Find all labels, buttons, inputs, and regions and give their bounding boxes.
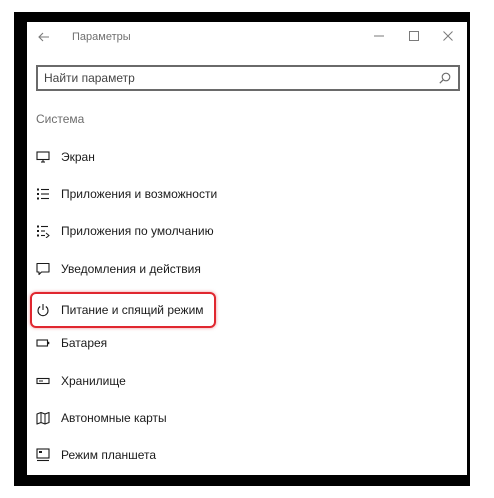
- menu-item-display[interactable]: Экран: [34, 145, 294, 169]
- menu-item-label: Автономные карты: [61, 411, 167, 425]
- menu-item-label: Приложения и возможности: [61, 187, 218, 201]
- window-title: Параметры: [72, 31, 131, 43]
- menu-item-label: Режим планшета: [61, 448, 157, 462]
- apps-list-icon: [34, 185, 52, 203]
- menu-item-label: Экран: [61, 150, 95, 164]
- menu-item-tablet-mode[interactable]: Режим планшета: [34, 443, 294, 467]
- back-button[interactable]: [34, 29, 54, 47]
- menu-item-label: Батарея: [61, 336, 108, 350]
- minimize-icon: [374, 31, 384, 44]
- battery-icon: [34, 334, 52, 352]
- menu-item-storage[interactable]: Хранилище: [34, 369, 294, 393]
- title-bar: Параметры: [27, 22, 467, 54]
- display-icon: [34, 148, 52, 166]
- menu-item-notifications[interactable]: Уведомления и действия: [34, 257, 294, 281]
- menu-item-offline-maps[interactable]: Автономные карты: [34, 406, 294, 430]
- close-button[interactable]: [433, 27, 463, 47]
- maximize-icon: [409, 30, 419, 44]
- menu-item-apps-features[interactable]: Приложения и возможности: [34, 182, 294, 206]
- search-box[interactable]: [36, 65, 460, 91]
- settings-window: Параметры Система Экран: [27, 22, 467, 475]
- menu-item-battery[interactable]: Батарея: [34, 331, 294, 355]
- map-icon: [34, 409, 52, 427]
- menu-item-default-apps[interactable]: Приложения по умолчанию: [34, 219, 294, 243]
- storage-icon: [34, 372, 52, 390]
- menu-item-label: Уведомления и действия: [61, 262, 201, 276]
- menu-item-power-sleep[interactable]: Питание и спящий режим: [34, 298, 294, 322]
- default-apps-icon: [34, 222, 52, 240]
- close-icon: [443, 30, 453, 44]
- menu-item-label: Приложения по умолчанию: [61, 224, 214, 238]
- search-input[interactable]: [44, 69, 424, 87]
- tablet-mode-icon: [34, 446, 52, 464]
- power-icon: [34, 301, 52, 319]
- menu-item-label: Хранилище: [61, 374, 126, 388]
- menu-item-label: Питание и спящий режим: [61, 303, 204, 317]
- back-arrow-icon: [38, 32, 50, 45]
- search-icon[interactable]: [437, 70, 453, 86]
- minimize-button[interactable]: [364, 27, 394, 47]
- notifications-icon: [34, 260, 52, 278]
- section-title: Система: [36, 112, 85, 126]
- maximize-button[interactable]: [399, 27, 429, 47]
